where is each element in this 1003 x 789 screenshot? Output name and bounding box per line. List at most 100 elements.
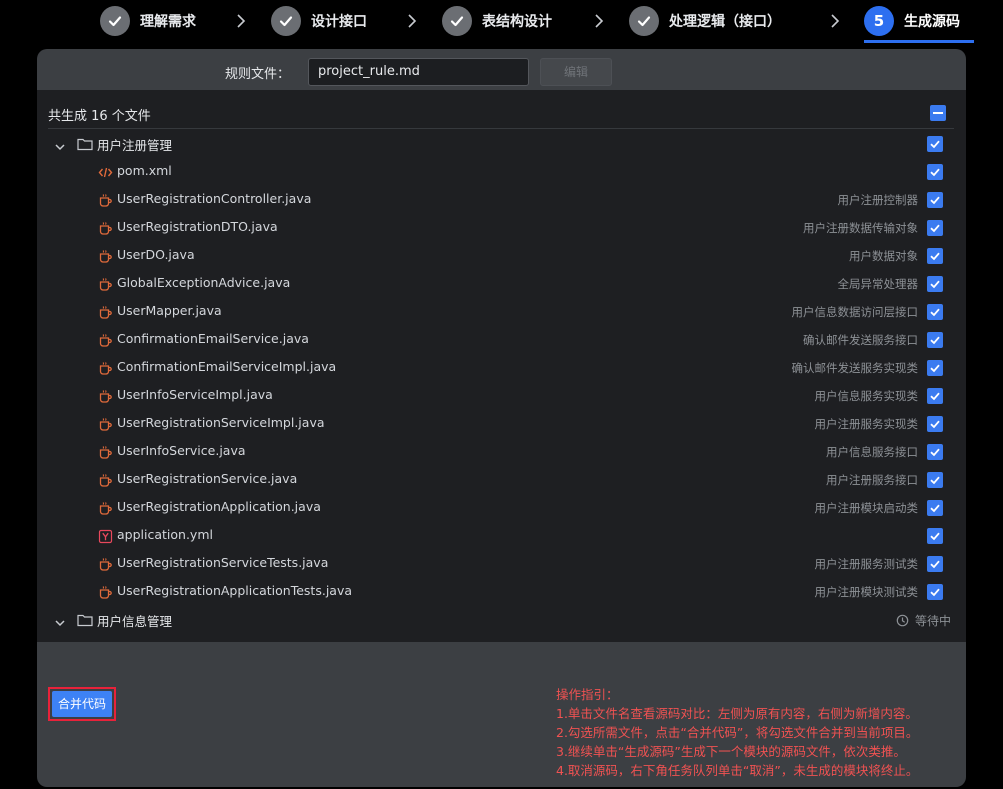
file-name[interactable]: application.yml — [117, 527, 213, 542]
merge-code-button[interactable]: 合并代码 — [52, 691, 112, 717]
chevron-right-icon — [828, 12, 842, 30]
file-name[interactable]: UserRegistrationApplicationTests.java — [117, 583, 352, 598]
file-row[interactable]: ConfirmationEmailService.java 确认邮件发送服务接口 — [48, 326, 954, 354]
folder-row-user-registration[interactable]: 用户注册管理 — [48, 130, 954, 158]
chevron-down-icon[interactable] — [54, 614, 66, 627]
file-name[interactable]: UserInfoService.java — [117, 443, 246, 458]
step-progress: 理解需求 设计接口 表结构设计 处理逻辑（接口） 5 生成源码 — [0, 0, 1003, 44]
file-description: 用户注册模块测试类 — [814, 585, 919, 599]
file-name[interactable]: UserMapper.java — [117, 303, 222, 318]
step-label: 理解需求 — [140, 14, 196, 30]
guide-line: 2.勾选所需文件，点击“合并代码”，将勾选文件合并到当前项目。 — [556, 725, 919, 740]
file-checkbox[interactable] — [927, 192, 943, 208]
file-description: 用户信息数据访问层接口 — [791, 305, 919, 319]
chevron-right-icon — [234, 12, 248, 30]
check-icon — [271, 6, 301, 36]
step-label: 表结构设计 — [482, 14, 552, 30]
file-checkbox[interactable] — [927, 556, 943, 572]
file-row[interactable]: UserInfoService.java 用户信息服务接口 — [48, 438, 954, 466]
file-name[interactable]: ConfirmationEmailServiceImpl.java — [117, 359, 336, 374]
step-label: 处理逻辑（接口） — [669, 14, 781, 30]
step-design-interface[interactable]: 设计接口 — [271, 5, 367, 37]
select-all-checkbox[interactable] — [930, 105, 946, 121]
file-checkbox[interactable] — [927, 584, 943, 600]
step-label: 设计接口 — [311, 14, 367, 30]
file-checkbox[interactable] — [927, 472, 943, 488]
folder-icon — [77, 136, 93, 151]
file-checkbox[interactable] — [927, 164, 943, 180]
file-name[interactable]: UserRegistrationService.java — [117, 471, 297, 486]
file-name[interactable]: UserRegistrationController.java — [117, 191, 311, 206]
step-generate-source[interactable]: 5 生成源码 — [864, 5, 960, 37]
file-list: 共生成 16 个文件 用户注册管理 pom.xml UserRegistratio… — [37, 90, 966, 642]
file-checkbox[interactable] — [927, 360, 943, 376]
file-checkbox[interactable] — [927, 500, 943, 516]
folder-row-user-info[interactable]: 用户信息管理 等待中 — [48, 606, 954, 634]
step-label: 生成源码 — [904, 14, 960, 30]
file-row[interactable]: application.yml — [48, 522, 954, 550]
file-row[interactable]: UserRegistrationServiceImpl.java 用户注册服务实现… — [48, 410, 954, 438]
file-name[interactable]: UserRegistrationServiceTests.java — [117, 555, 328, 570]
file-name[interactable]: UserInfoServiceImpl.java — [117, 387, 273, 402]
file-checkbox[interactable] — [927, 528, 943, 544]
file-name[interactable]: GlobalExceptionAdvice.java — [117, 275, 290, 290]
file-checkbox[interactable] — [927, 276, 943, 292]
file-row[interactable]: UserRegistrationApplication.java 用户注册模块启动… — [48, 494, 954, 522]
merge-button-highlight: 合并代码 — [48, 687, 116, 721]
file-row[interactable]: UserRegistrationService.java 用户注册服务接口 — [48, 466, 954, 494]
file-description: 用户注册服务接口 — [826, 473, 918, 487]
file-checkbox[interactable] — [927, 304, 943, 320]
file-description: 用户信息服务实现类 — [814, 389, 919, 403]
waiting-status: 等待中 — [896, 612, 951, 629]
file-name[interactable]: ConfirmationEmailService.java — [117, 331, 309, 346]
java-icon — [97, 220, 113, 236]
check-icon — [629, 6, 659, 36]
file-count-summary: 共生成 16 个文件 — [48, 109, 151, 124]
java-icon — [97, 500, 113, 516]
chevron-right-icon — [592, 12, 606, 30]
folder-checkbox[interactable] — [927, 136, 943, 152]
step-understand-requirements[interactable]: 理解需求 — [100, 5, 196, 37]
java-icon — [97, 416, 113, 432]
operation-guide: 操作指引： 1.单击文件名查看源码对比：左侧为原有内容，右侧为新增内容。 2.勾… — [556, 685, 918, 780]
file-checkbox[interactable] — [927, 416, 943, 432]
history-icon — [896, 614, 909, 627]
file-checkbox[interactable] — [927, 248, 943, 264]
file-name[interactable]: UserRegistrationDTO.java — [117, 219, 278, 234]
file-description: 用户信息服务接口 — [826, 445, 918, 459]
file-row[interactable]: ConfirmationEmailServiceImpl.java 确认邮件发送服… — [48, 354, 954, 382]
file-description: 用户注册服务测试类 — [814, 557, 919, 571]
yml-icon — [97, 528, 113, 544]
active-step-underline — [864, 40, 974, 43]
step-processing-logic[interactable]: 处理逻辑（接口） — [629, 5, 781, 37]
file-row[interactable]: UserRegistrationApplicationTests.java 用户注… — [48, 578, 954, 606]
file-name[interactable]: UserRegistrationServiceImpl.java — [117, 415, 325, 430]
java-icon — [97, 472, 113, 488]
file-row[interactable]: UserMapper.java 用户信息数据访问层接口 — [48, 298, 954, 326]
file-checkbox[interactable] — [927, 388, 943, 404]
file-row[interactable]: UserRegistrationServiceTests.java 用户注册服务测… — [48, 550, 954, 578]
file-checkbox[interactable] — [927, 444, 943, 460]
guide-line: 4.取消源码，右下角任务队列单击“取消”，未生成的模块将终止。 — [556, 763, 919, 778]
java-icon — [97, 332, 113, 348]
file-row[interactable]: UserRegistrationDTO.java 用户注册数据传输对象 — [48, 214, 954, 242]
java-icon — [97, 388, 113, 404]
edit-button[interactable]: 编辑 — [540, 58, 612, 86]
file-name[interactable]: pom.xml — [117, 163, 172, 178]
rule-file-input[interactable]: project_rule.md — [308, 58, 529, 86]
step-table-design[interactable]: 表结构设计 — [442, 5, 552, 37]
rule-file-row: 规则文件： project_rule.md 编辑 — [37, 49, 966, 89]
file-row[interactable]: pom.xml — [48, 158, 954, 186]
file-row[interactable]: UserRegistrationController.java 用户注册控制器 — [48, 186, 954, 214]
file-row[interactable]: UserDO.java 用户数据对象 — [48, 242, 954, 270]
generate-source-panel: 规则文件： project_rule.md 编辑 共生成 16 个文件 用户注册… — [37, 49, 966, 787]
file-row[interactable]: GlobalExceptionAdvice.java 全局异常处理器 — [48, 270, 954, 298]
file-row[interactable]: UserInfoServiceImpl.java 用户信息服务实现类 — [48, 382, 954, 410]
status-text: 等待中 — [914, 614, 951, 628]
file-name[interactable]: UserRegistrationApplication.java — [117, 499, 321, 514]
file-name[interactable]: UserDO.java — [117, 247, 195, 262]
chevron-down-icon[interactable] — [54, 138, 66, 151]
file-description: 用户注册模块启动类 — [814, 501, 919, 515]
file-checkbox[interactable] — [927, 332, 943, 348]
file-checkbox[interactable] — [927, 220, 943, 236]
